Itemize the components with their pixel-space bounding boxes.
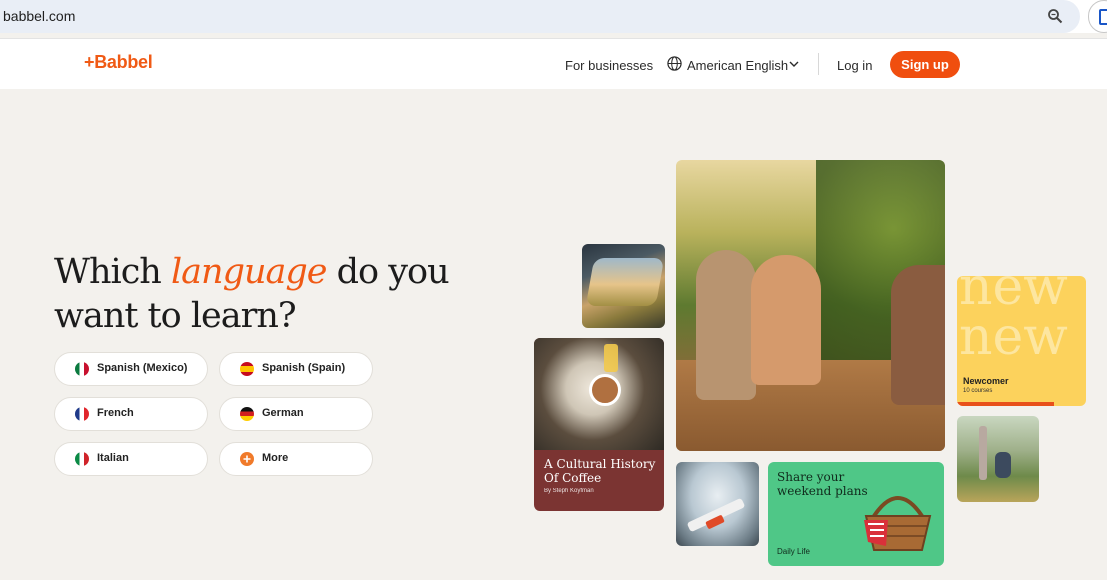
newcomer-card-title: Newcomer: [963, 376, 1009, 386]
language-button-spanish-spain[interactable]: Spanish (Spain): [219, 352, 373, 386]
page-title: Which language do you want to learn?: [54, 250, 454, 338]
language-button-italian[interactable]: Italian: [54, 442, 208, 476]
person-center: [751, 255, 821, 385]
airplane-window-image: [676, 462, 759, 546]
language-label: French: [97, 407, 134, 419]
chevron-down-icon[interactable]: [789, 59, 799, 69]
language-label: Italian: [97, 452, 129, 464]
coffee-card-title: A Cultural History Of Coffee: [544, 457, 656, 485]
mexico-flag-icon: [75, 362, 89, 376]
language-button-more[interactable]: More: [219, 442, 373, 476]
babbel-logo[interactable]: +Babbel: [84, 52, 153, 73]
nav-divider: [818, 53, 819, 75]
italy-flag-icon: [75, 452, 89, 466]
garden-person: [995, 452, 1011, 478]
person-right: [891, 265, 945, 405]
coffee-table-image: [534, 338, 664, 450]
address-bar[interactable]: babbel.com: [0, 0, 1080, 33]
extension-icon: [1099, 9, 1107, 25]
weekend-plans-card[interactable]: Share your weekend plans Daily Life: [768, 462, 944, 566]
login-link[interactable]: Log in: [837, 58, 872, 73]
picnic-basket-icon: [864, 496, 932, 551]
newcomer-card-subtitle: 10 courses: [963, 388, 993, 394]
newcomer-progress-bar: [957, 402, 1054, 406]
headline-pre: Which: [54, 252, 171, 292]
newcomer-bg-text: new new: [959, 276, 1068, 367]
language-label: German: [262, 407, 304, 419]
newcomer-course-card[interactable]: new new Newcomer 10 courses: [957, 276, 1086, 406]
car-window-image: [582, 244, 665, 328]
for-businesses-link[interactable]: For businesses: [565, 58, 653, 73]
browser-bar: babbel.com: [0, 0, 1107, 33]
coffee-card-author: By Steph Koyfman: [544, 488, 594, 494]
language-label: Spanish (Mexico): [97, 362, 188, 374]
window-view: [585, 258, 665, 306]
garden-image: [957, 416, 1039, 502]
language-button-german[interactable]: German: [219, 397, 373, 431]
germany-flag-icon: [240, 407, 254, 421]
zoom-icon[interactable]: [1047, 8, 1063, 24]
france-flag-icon: [75, 407, 89, 421]
person-left: [696, 250, 756, 400]
headline-emphasis: language: [170, 252, 328, 292]
site-header: +Babbel For businesses American English …: [0, 38, 1107, 89]
language-label: More: [262, 452, 289, 464]
language-button-french[interactable]: French: [54, 397, 208, 431]
coffee-article-card[interactable]: A Cultural History Of Coffee By Steph Ko…: [534, 338, 664, 511]
coffee-cup: [589, 374, 621, 406]
plane-wing: [686, 497, 746, 533]
garden-umbrella: [979, 426, 987, 480]
weekend-card-tag: Daily Life: [777, 547, 810, 556]
language-label: Spanish (Spain): [262, 362, 346, 374]
globe-icon[interactable]: [667, 56, 682, 71]
signup-button[interactable]: Sign up: [890, 51, 960, 78]
url-text[interactable]: babbel.com: [3, 8, 75, 24]
plus-icon: [240, 452, 254, 466]
friends-cafe-image: [676, 160, 945, 451]
extension-button[interactable]: [1088, 0, 1107, 33]
language-selector[interactable]: American English: [687, 58, 788, 73]
juice-glass: [604, 344, 618, 372]
language-button-spanish-mexico[interactable]: Spanish (Mexico): [54, 352, 208, 386]
spain-flag-icon: [240, 362, 254, 376]
